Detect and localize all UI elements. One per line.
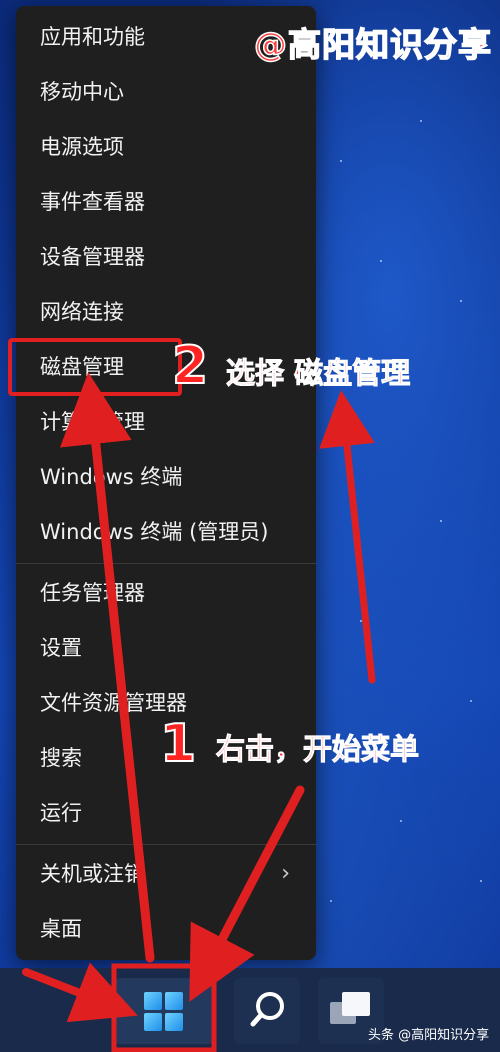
- step2-number: 2: [171, 335, 209, 397]
- arrow-to-start-left: [22, 962, 138, 1023]
- annotation-overlay: [8, 338, 376, 1052]
- step1-text: 右击，开始菜单: [215, 732, 420, 767]
- arrow-from-step2: [319, 390, 376, 684]
- arrow-to-start-right: [189, 785, 305, 1002]
- footer-watermark: 头条 @高阳知识分享: [368, 1028, 490, 1043]
- arrow-to-disk-management: [59, 372, 155, 963]
- step2-text: 选择 磁盘管理: [225, 356, 411, 391]
- watermark-text: @高阳知识分享: [253, 24, 492, 65]
- step1-number: 1: [159, 713, 197, 775]
- disk-management-highlight-box: [8, 338, 182, 396]
- start-button-highlight-box: [111, 963, 217, 1052]
